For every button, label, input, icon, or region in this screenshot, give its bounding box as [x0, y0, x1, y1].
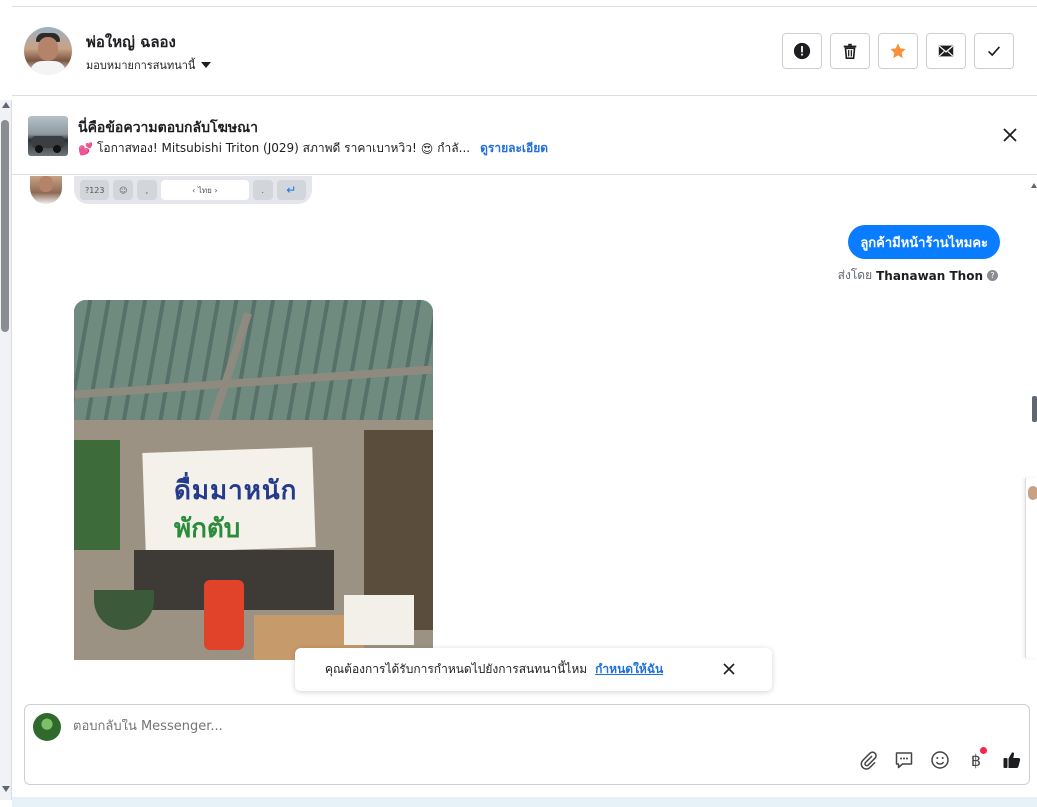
side-panel-avatar	[1028, 486, 1037, 500]
star-button[interactable]	[878, 33, 918, 69]
heart-eyes-emoji: 😍	[420, 141, 434, 156]
kb-key: ‹ ไทย ›	[160, 180, 249, 200]
reply-input[interactable]	[73, 719, 773, 734]
sent-by-prefix: ส่งโดย	[837, 268, 873, 282]
avatar-face	[38, 37, 58, 61]
report-button[interactable]	[782, 33, 822, 69]
baht-payment-icon: ฿	[970, 750, 982, 770]
mark-unread-button[interactable]	[926, 33, 966, 69]
photo-items	[344, 595, 414, 645]
question-icon[interactable]: ?	[987, 270, 998, 281]
scroll-up-arrow-icon[interactable]	[1031, 183, 1037, 188]
emoji-button[interactable]	[929, 749, 951, 771]
photo-banner-text: พักตับ	[174, 514, 241, 544]
scroll-up-arrow-icon[interactable]	[2, 102, 10, 108]
outgoing-message-bubble[interactable]: ลูกค้ามีหน้าร้านไหมคะ	[848, 225, 1000, 259]
ad-thumbnail[interactable]	[28, 116, 68, 156]
payment-button[interactable]: ฿	[965, 747, 987, 771]
ad-details-link[interactable]: ดูรายละเอียด	[480, 139, 548, 158]
incoming-screenshot-strip[interactable]: ?123 ☺ , ‹ ไทย › . ↵	[74, 176, 312, 204]
notification-dot	[980, 747, 987, 754]
avatar-face	[39, 176, 53, 192]
envelope-icon	[938, 45, 954, 57]
assign-prompt-text: คุณต้องการได้รับการกำหนดไปยังการสนทนานี้…	[325, 662, 588, 676]
assign-conversation-dropdown[interactable]: มอบหมายการสนทนานี้	[86, 56, 212, 74]
left-scrollbar[interactable]	[0, 100, 12, 800]
close-icon[interactable]	[1001, 126, 1019, 144]
scrollbar-thumb[interactable]	[1, 120, 9, 332]
thumbs-up-icon	[1003, 752, 1021, 768]
ad-reply-title: นี่คือข้อความตอบกลับโฆษณา	[78, 120, 258, 136]
incoming-photo-message[interactable]: ดื่มมาหนัก พักตับ	[74, 300, 433, 660]
sent-by-name: Thanawan Thon	[876, 268, 983, 283]
saved-reply-icon	[895, 752, 913, 769]
kb-key: ↵	[276, 180, 306, 200]
attach-button[interactable]	[857, 749, 879, 771]
photo-banner-text: ดื่มมาหนัก	[174, 476, 298, 506]
ad-description-truncation: กำลั...	[437, 141, 471, 155]
saved-replies-button[interactable]	[893, 749, 915, 771]
right-scrollbar-thumb[interactable]	[1032, 396, 1037, 422]
avatar-shirt	[30, 61, 66, 75]
emoji-icon	[931, 751, 949, 769]
photo-items	[204, 580, 244, 650]
star-icon	[890, 43, 906, 59]
photo-greenery	[74, 440, 120, 550]
ad-reply-banner: นี่คือข้อความตอบกลับโฆษณา 💕 โอกาสทอง! Mi…	[12, 97, 1037, 175]
bottom-strip	[12, 797, 1037, 807]
contact-name[interactable]: พ่อใหญ่ ฉลอง	[86, 30, 176, 54]
ad-reply-description: 💕 โอกาสทอง! Mitsubishi Triton (J029) สภา…	[78, 139, 548, 158]
kb-key: .	[252, 180, 273, 200]
header-actions	[782, 33, 1014, 69]
kb-key: ☺	[113, 180, 134, 200]
conversation-header: พ่อใหญ่ ฉลอง มอบหมายการสนทนานี้	[12, 7, 1037, 96]
scroll-down-arrow-icon[interactable]	[2, 786, 10, 792]
side-panel-edge[interactable]	[1025, 478, 1037, 658]
ad-thumb-wheel	[53, 145, 61, 153]
chevron-down-icon	[201, 62, 212, 68]
assign-to-me-link[interactable]: กำหนดให้ฉัน	[595, 660, 663, 679]
mark-done-button[interactable]	[974, 33, 1014, 69]
message-composer: ฿	[24, 704, 1030, 785]
hearts-emoji: 💕	[78, 141, 93, 156]
kb-key: ,	[137, 180, 157, 200]
contact-avatar-small	[30, 176, 62, 204]
close-icon[interactable]	[722, 662, 736, 676]
assign-prompt-toast: คุณต้องการได้รับการกำหนดไปยังการสนทนานี้…	[295, 648, 772, 691]
ad-thumb-wheel	[35, 145, 43, 153]
contact-avatar[interactable]	[24, 27, 72, 75]
kb-key: ?123	[80, 180, 110, 200]
message-thread[interactable]: ?123 ☺ , ‹ ไทย › . ↵ ลูกค้ามีหน้าร้านไหม…	[12, 176, 1027, 704]
like-button[interactable]	[1001, 749, 1023, 771]
trash-icon	[843, 43, 857, 60]
assign-label: มอบหมายการสนทนานี้	[86, 59, 196, 72]
alert-icon	[793, 42, 811, 60]
page-avatar	[33, 713, 61, 741]
delete-button[interactable]	[830, 33, 870, 69]
check-icon	[988, 46, 1001, 57]
composer-tools: ฿	[857, 747, 1023, 771]
paperclip-icon	[860, 751, 877, 770]
ad-description-text: โอกาสทอง! Mitsubishi Triton (J029) สภาพด…	[96, 141, 417, 155]
sent-by-label: ส่งโดย Thanawan Thon ?	[838, 266, 998, 285]
